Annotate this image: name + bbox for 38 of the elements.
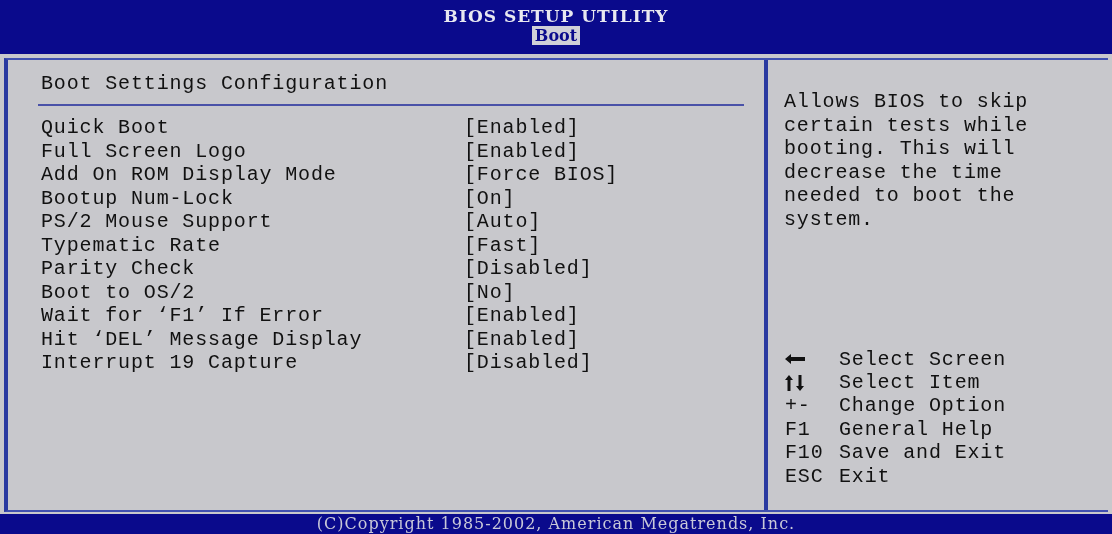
setting-value[interactable]: [Disabled] — [464, 257, 593, 281]
setting-label[interactable]: Boot to OS/2 — [41, 280, 464, 304]
setting-label[interactable]: Typematic Rate — [41, 233, 464, 257]
key-action: Change Option — [839, 394, 1007, 418]
setting-label[interactable]: Wait for ‘F1’ If Error — [41, 304, 464, 328]
setting-label[interactable]: Interrupt 19 Capture — [41, 351, 464, 375]
setting-label[interactable]: Bootup Num-Lock — [41, 186, 464, 210]
setting-label[interactable]: PS/2 Mouse Support — [41, 210, 464, 234]
setting-label[interactable]: Quick Boot — [41, 116, 464, 140]
setting-value[interactable]: [Enabled] — [464, 304, 580, 328]
key-action: General Help — [839, 417, 994, 442]
setting-value[interactable]: [Enabled] — [464, 116, 580, 140]
key-action: Exit — [839, 464, 891, 488]
setting-value[interactable]: [No] — [464, 280, 516, 304]
key-label: F10 — [785, 441, 825, 465]
key-action: Select Item — [839, 370, 981, 395]
key-action: Save and Exit — [839, 441, 1007, 465]
setting-label[interactable]: Full Screen Logo — [41, 139, 464, 163]
up-down-arrows-icon — [785, 374, 805, 391]
setting-label[interactable]: Parity Check — [41, 257, 464, 281]
setting-value[interactable]: [On] — [464, 186, 516, 210]
setting-value[interactable]: [Enabled] — [464, 327, 580, 351]
key-action: Select Screen — [839, 347, 1007, 371]
setting-label[interactable]: Hit ‘DEL’ Message Display — [41, 327, 464, 351]
menu-tab[interactable]: Boot — [531, 26, 581, 45]
key-label: F1 — [785, 417, 812, 442]
key-label: +- — [785, 394, 812, 418]
setting-label[interactable]: Add On ROM Display Mode — [41, 163, 464, 187]
window-title: BIOS SETUP UTILITY — [443, 6, 669, 26]
help-text: Allows BIOS to skip certain tests while booting. This will decrease the time needed to boot the system. — [784, 90, 1030, 231]
copyright-text: (C)Copyright 1985-2002, American Megatrends, Inc. — [316, 514, 796, 534]
key-label: ESC — [785, 464, 825, 488]
setting-value[interactable]: [Enabled] — [464, 139, 580, 163]
setting-value[interactable]: [Force BIOS] — [464, 163, 619, 187]
setting-value[interactable]: [Fast] — [464, 233, 542, 257]
setting-value[interactable]: [Auto] — [464, 210, 542, 234]
setting-value[interactable]: [Disabled] — [464, 351, 593, 375]
section-title: Boot Settings Configuration — [40, 72, 389, 96]
